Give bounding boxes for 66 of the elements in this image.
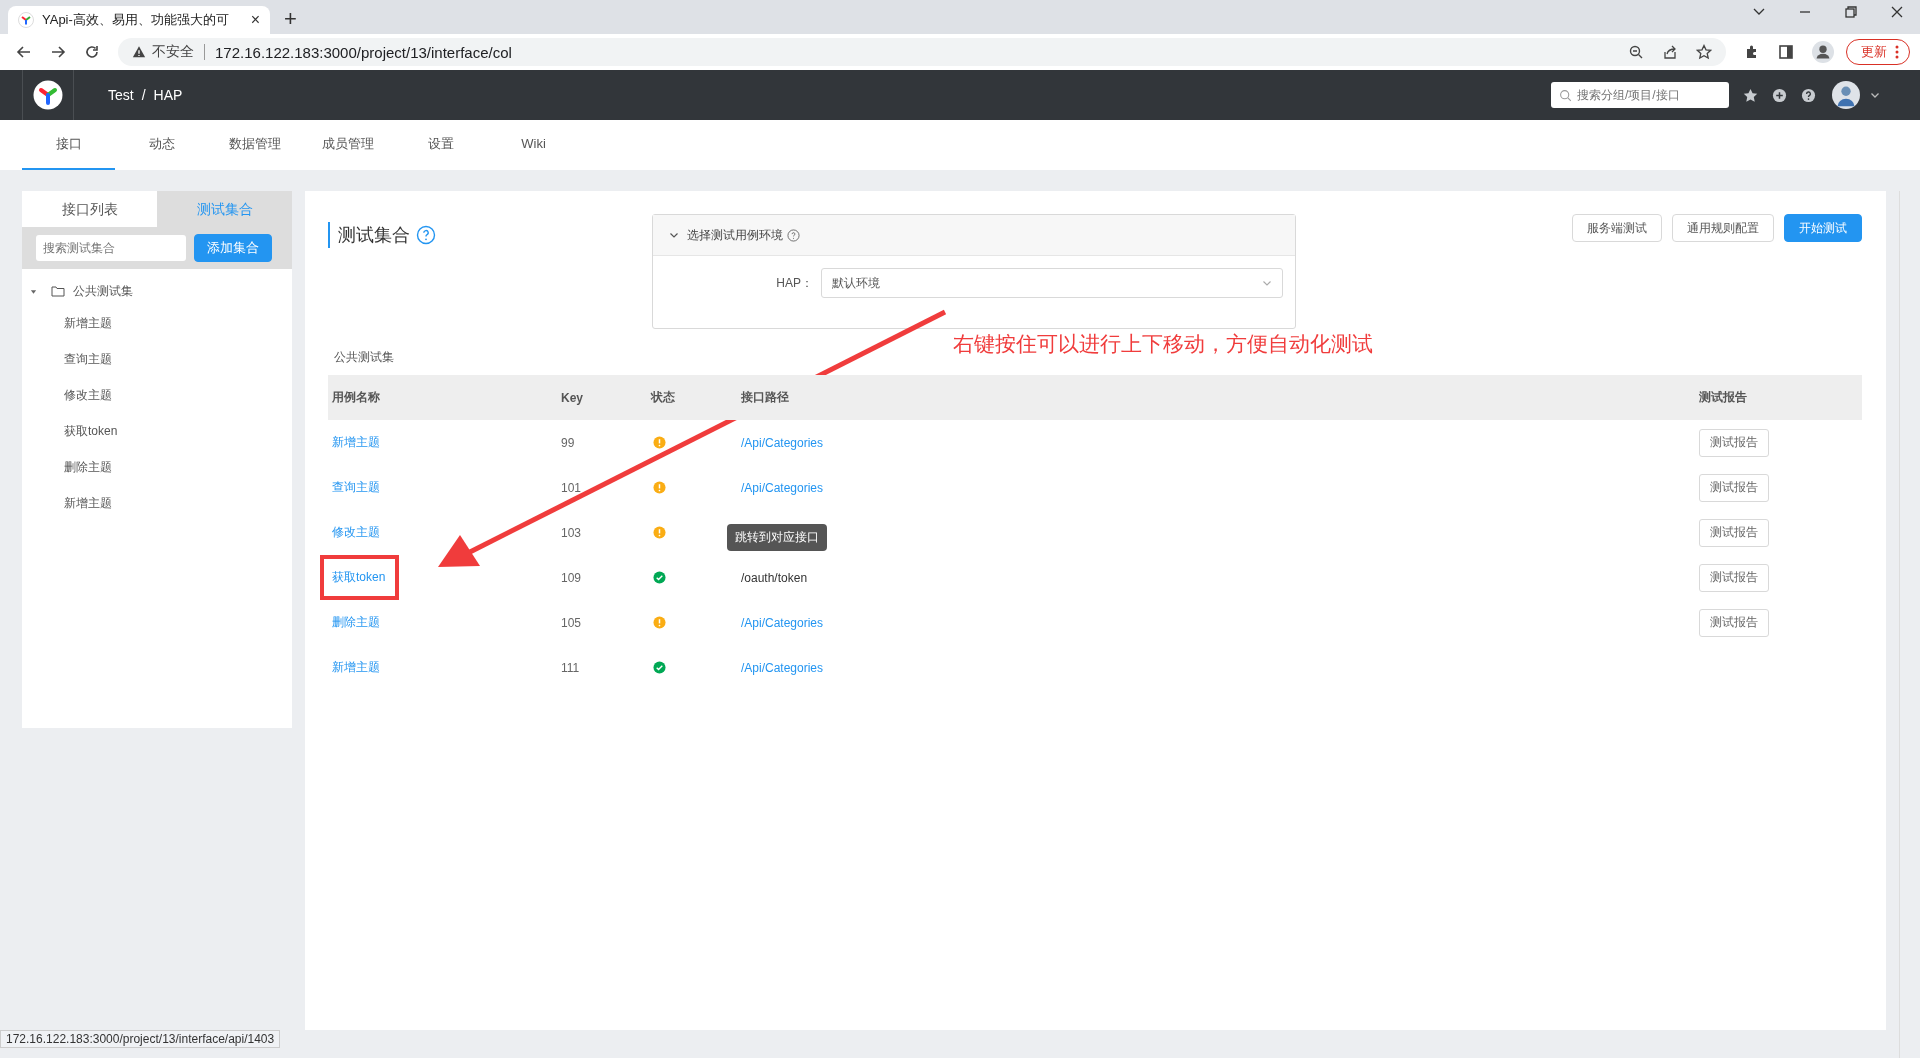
column-header: 用例名称 xyxy=(331,389,381,406)
tree-item[interactable]: 新增主题 xyxy=(22,305,112,341)
avatar[interactable] xyxy=(1832,81,1860,109)
environment-select[interactable]: 默认环境 xyxy=(821,268,1283,298)
field-label: HAP： xyxy=(775,274,813,292)
nav-tab[interactable]: 动态 xyxy=(115,120,208,170)
test-report-button[interactable]: 测试报告 xyxy=(1699,518,1769,547)
key-cell: 109 xyxy=(561,570,582,585)
nav-tab[interactable]: 接口 xyxy=(22,120,115,170)
nav-tab[interactable]: 成员管理 xyxy=(301,120,394,170)
star-icon[interactable] xyxy=(1743,87,1758,103)
key-cell: 101 xyxy=(561,480,582,495)
nav-tab[interactable]: Wiki xyxy=(487,120,580,170)
path-text: /oauth/token xyxy=(741,570,808,585)
tree-item[interactable]: 查询主题 xyxy=(22,341,112,377)
test-report-button[interactable]: 测试报告 xyxy=(1699,608,1769,637)
key-cell: 111 xyxy=(561,660,580,675)
chevron-icon[interactable] xyxy=(669,230,679,240)
search-icon xyxy=(1559,89,1572,102)
tree-item[interactable]: 新增主题 xyxy=(22,485,112,521)
tree-item[interactable]: 修改主题 xyxy=(22,377,112,413)
add-icon[interactable] xyxy=(1772,87,1787,103)
column-header: 接口路径 xyxy=(740,389,790,406)
tab-title: YApi-高效、易用、功能强大的可 xyxy=(42,11,230,29)
url-text: 172.16.122.183:3000/project/13/interface/col xyxy=(215,43,512,61)
test-report-button[interactable]: 测试报告 xyxy=(1699,428,1769,457)
tooltip: 跳转到对应接口 xyxy=(727,523,827,551)
panel-title: 选择测试用例环境 xyxy=(687,226,783,244)
test-report-button[interactable]: 测试报告 xyxy=(1699,563,1769,592)
key-cell: 99 xyxy=(561,435,575,450)
more-icon[interactable] xyxy=(1895,45,1899,59)
warning-icon xyxy=(132,45,146,59)
folder-icon xyxy=(51,285,65,297)
tree-item[interactable]: 删除主题 xyxy=(22,449,112,485)
caret-icon[interactable] xyxy=(1870,90,1880,100)
tree-item[interactable]: 公共测试集 xyxy=(73,282,133,300)
close-tab-button[interactable]: × xyxy=(250,11,260,29)
column-header: 测试报告 xyxy=(1698,389,1748,406)
breadcrumb-item: / xyxy=(141,87,146,103)
new-tab-button[interactable]: + xyxy=(284,6,297,32)
search-field[interactable]: 搜索分组/项目/接口 xyxy=(1551,82,1729,108)
column-header: Key xyxy=(560,390,584,405)
collection-name: 公共测试集 xyxy=(334,349,394,366)
page-title: 测试集合 xyxy=(338,224,410,247)
security-label: 不安全 xyxy=(152,43,194,61)
breadcrumb-item[interactable]: Test xyxy=(108,87,134,103)
annotation-text: 右键按住可以进行上下移动，方便自动化测试 xyxy=(953,331,1373,357)
status-url: 172.16.122.183:3000/project/13/interface/api/1403 xyxy=(0,1030,281,1048)
logo-icon[interactable] xyxy=(33,80,63,110)
test-report-button[interactable]: 测试报告 xyxy=(1699,473,1769,502)
update-button[interactable]: 更新 xyxy=(1846,39,1910,65)
search-field[interactable]: 搜索测试集合 xyxy=(36,235,186,261)
nav-tab[interactable]: 设置 xyxy=(394,120,487,170)
address-bar[interactable]: 不安全 172.16.122.183:3000/project/13/interface/col xyxy=(118,38,1726,66)
nav-tab[interactable]: 数据管理 xyxy=(208,120,301,170)
caret-icon[interactable] xyxy=(30,287,37,295)
column-header: 状态 xyxy=(649,389,676,406)
tree-item[interactable]: 获取token xyxy=(22,413,118,449)
browser-tab[interactable]: YApi-高效、易用、功能强大的可 × xyxy=(8,6,270,34)
logo-icon xyxy=(18,12,34,28)
action-button[interactable]: 服务端测试 xyxy=(1572,214,1662,242)
key-cell: 105 xyxy=(561,615,582,630)
action-button[interactable]: 通用规则配置 xyxy=(1672,214,1774,242)
help-icon[interactable] xyxy=(1801,87,1816,103)
breadcrumb-item[interactable]: HAP xyxy=(153,87,183,103)
key-cell: 103 xyxy=(561,525,582,540)
